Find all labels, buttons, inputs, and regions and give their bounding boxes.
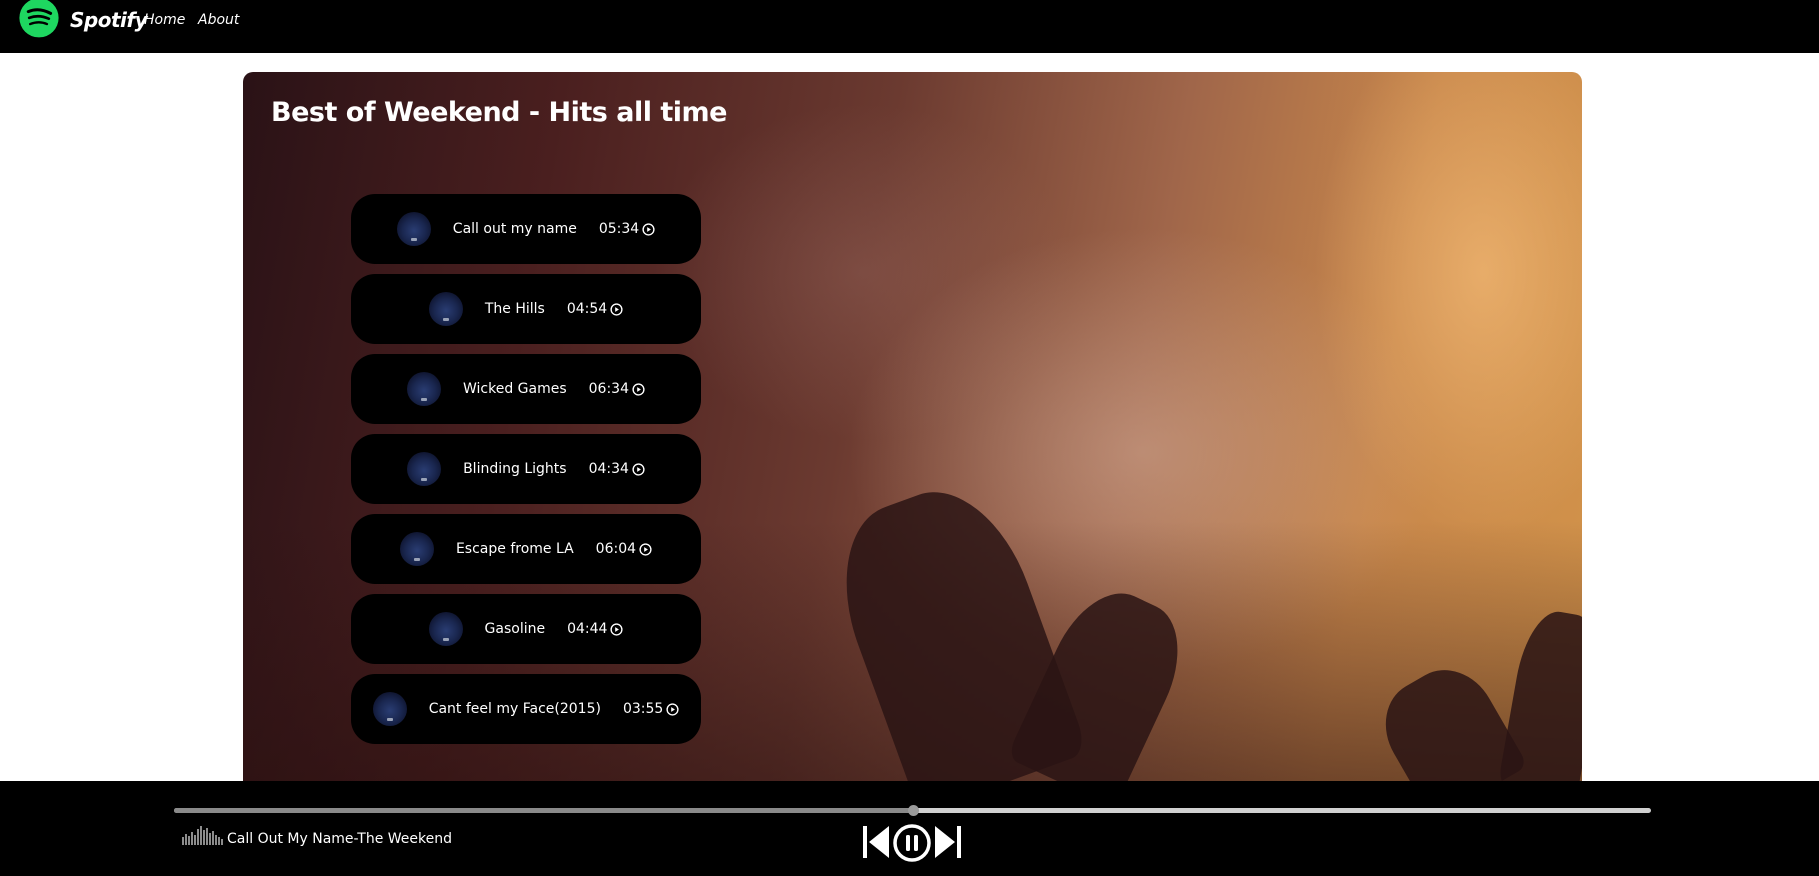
- play-circle-icon[interactable]: [610, 302, 623, 316]
- song-item[interactable]: Blinding Lights 04:34: [351, 434, 701, 504]
- progress-fill: [174, 808, 913, 813]
- song-duration: 03:55: [623, 701, 679, 717]
- song-item[interactable]: Call out my name 05:34: [351, 194, 701, 264]
- now-playing-title: Call Out My Name-The Weekend: [227, 831, 453, 847]
- song-duration: 06:04: [596, 541, 652, 557]
- song-duration-text: 06:34: [588, 381, 629, 397]
- song-item[interactable]: The Hills 04:54: [351, 274, 701, 344]
- song-item[interactable]: Cant feel my Face(2015) 03:55: [351, 674, 701, 744]
- play-circle-icon[interactable]: [639, 542, 652, 556]
- playback-controls: [862, 823, 962, 863]
- song-duration-text: 04:34: [588, 461, 629, 477]
- song-duration-text: 05:34: [598, 221, 640, 237]
- skip-previous-icon[interactable]: [862, 825, 890, 859]
- song-duration: 06:34: [589, 381, 645, 397]
- nav-link-home[interactable]: Home: [144, 12, 185, 28]
- song-title: Blinding Lights: [463, 461, 567, 477]
- song-title: Call out my name: [452, 221, 577, 237]
- song-title: Gasoline: [484, 621, 546, 637]
- song-duration: 05:34: [599, 221, 655, 237]
- spotify-logo-icon[interactable]: [16, 0, 62, 41]
- song-list: Call out my name 05:34 The Hills 04:54 W…: [351, 194, 701, 754]
- song-title: Escape frome LA: [455, 541, 574, 557]
- brand-name[interactable]: Spotify: [70, 8, 148, 32]
- nav-link-about[interactable]: About: [198, 12, 239, 28]
- navbar: Spotify Home About: [0, 0, 1819, 53]
- song-duration: 04:54: [567, 301, 623, 317]
- song-duration: 04:34: [589, 461, 645, 477]
- song-item[interactable]: Gasoline 04:44: [351, 594, 701, 664]
- skip-next-icon[interactable]: [934, 825, 962, 859]
- playlist-title: Best of Weekend - Hits all time: [271, 97, 727, 128]
- play-circle-icon[interactable]: [632, 382, 645, 396]
- song-duration: 04:44: [567, 621, 624, 637]
- play-circle-icon[interactable]: [632, 462, 645, 476]
- playlist-hero: Best of Weekend - Hits all time Call out…: [243, 72, 1582, 781]
- progress-bar[interactable]: [174, 805, 1651, 816]
- album-cover: [372, 692, 407, 726]
- song-duration-text: 03:55: [622, 701, 664, 717]
- album-cover: [428, 612, 463, 646]
- song-duration-text: 04:54: [566, 301, 608, 317]
- album-cover: [406, 372, 441, 406]
- song-item[interactable]: Wicked Games 06:34: [351, 354, 701, 424]
- player-bar: Call Out My Name-The Weekend: [0, 781, 1819, 876]
- album-cover: [407, 452, 442, 486]
- album-cover: [399, 532, 434, 566]
- play-circle-icon[interactable]: [642, 222, 655, 236]
- play-circle-icon[interactable]: [666, 702, 679, 716]
- song-duration-text: 04:44: [567, 621, 608, 637]
- song-item[interactable]: Escape frome LA 06:04: [351, 514, 701, 584]
- progress-thumb[interactable]: [907, 805, 919, 816]
- audio-wave-icon: [182, 826, 223, 845]
- song-title: Wicked Games: [462, 381, 567, 397]
- song-title: The Hills: [484, 301, 545, 317]
- song-duration-text: 06:04: [595, 541, 637, 557]
- pause-circle-icon[interactable]: [892, 823, 932, 863]
- play-circle-icon[interactable]: [610, 622, 624, 636]
- album-cover: [428, 292, 463, 326]
- album-cover: [396, 212, 431, 246]
- song-title: Cant feel my Face(2015): [428, 701, 601, 717]
